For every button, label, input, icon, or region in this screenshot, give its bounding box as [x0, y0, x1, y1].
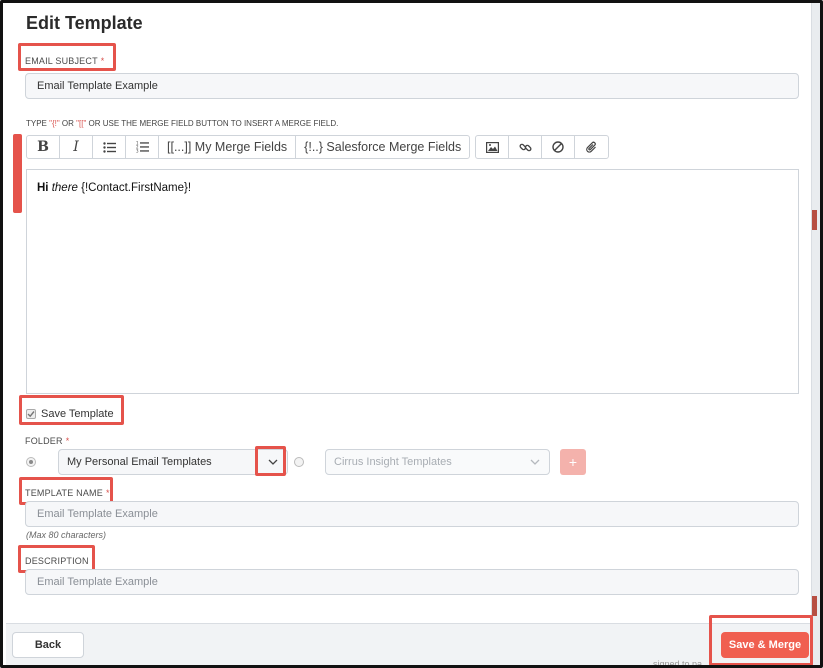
italic-button[interactable]: I — [60, 136, 93, 158]
numbered-list-icon: 123 — [136, 141, 149, 153]
bullet-list-icon — [102, 141, 116, 153]
numbered-list-button[interactable]: 123 — [126, 136, 159, 158]
highlight-box — [13, 134, 22, 213]
personal-folder-radio[interactable] — [26, 457, 36, 467]
edit-template-modal: Edit Template EMAIL SUBJECT * Email Templ… — [6, 3, 813, 665]
folder-dropdown-button[interactable] — [259, 450, 287, 474]
template-name-input[interactable]: Email Template Example — [25, 501, 799, 527]
background-page-text: signed to pa — [653, 659, 703, 668]
save-template-checkbox[interactable] — [26, 409, 36, 419]
back-button[interactable]: Back — [12, 632, 84, 658]
cirrus-folder-select[interactable]: Cirrus Insight Templates — [325, 449, 550, 475]
svg-text:3: 3 — [136, 149, 139, 154]
image-icon — [485, 141, 499, 153]
merge-field-hint: TYPE "{!" OR "[[" OR USE THE MERGE FIELD… — [26, 119, 339, 128]
link-icon — [519, 143, 532, 151]
template-name-label: TEMPLATE NAME * — [25, 488, 110, 498]
chevron-down-icon — [530, 459, 540, 465]
attach-file-button[interactable] — [575, 136, 608, 158]
chevron-down-icon — [268, 459, 278, 465]
cirrus-folder-radio[interactable] — [294, 457, 304, 467]
salesforce-merge-fields-button[interactable]: {!..} Salesforce Merge Fields — [296, 136, 469, 158]
cirrus-dropdown-button[interactable] — [521, 450, 549, 474]
check-icon — [27, 411, 35, 418]
my-merge-fields-button[interactable]: [[...]] My Merge Fields — [159, 136, 297, 158]
bullet-list-button[interactable] — [93, 136, 126, 158]
insert-group — [475, 135, 610, 159]
paperclip-icon — [585, 141, 596, 153]
template-name-hint: (Max 80 characters) — [26, 530, 107, 540]
add-folder-button[interactable]: + — [560, 449, 586, 475]
bold-button[interactable]: B — [27, 136, 60, 158]
window-frame: Edit Template EMAIL SUBJECT * Email Templ… — [0, 0, 823, 668]
save-template-label: Save Template — [41, 408, 114, 420]
block-icon — [552, 141, 564, 153]
description-label: DESCRIPTION * — [25, 556, 96, 566]
format-group: B I 123 [[...]] My Merge Fields {!..} Sa… — [26, 135, 471, 159]
email-subject-input[interactable]: Email Template Example — [25, 73, 799, 99]
save-and-merge-button[interactable]: Save & Merge — [721, 632, 809, 658]
remove-link-button[interactable] — [542, 136, 576, 158]
email-body-editor[interactable]: Hi there {!Contact.FirstName}! — [26, 169, 799, 394]
insert-link-button[interactable] — [509, 136, 543, 158]
description-input[interactable]: Email Template Example — [25, 569, 799, 595]
editor-toolbar: B I 123 [[...]] My Merge Fields {!..} Sa… — [26, 135, 614, 159]
page-title: Edit Template — [26, 13, 143, 33]
save-template-row[interactable]: Save Template — [26, 406, 114, 422]
insert-image-button[interactable] — [476, 136, 510, 158]
email-subject-label: EMAIL SUBJECT * — [25, 56, 105, 66]
personal-folder-select[interactable]: My Personal Email Templates — [58, 449, 288, 475]
folder-label: FOLDER * — [25, 436, 70, 446]
